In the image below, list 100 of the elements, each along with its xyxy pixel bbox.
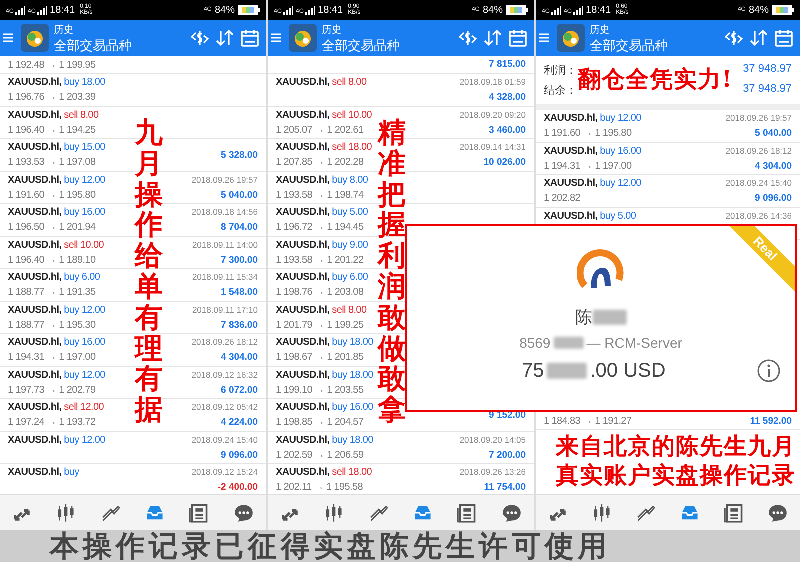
price-range: 1 198.67 → 1 201.85 [276, 351, 365, 366]
profit-amount: 4 328.00 [489, 91, 526, 105]
symbol-label: XAUUSD.hl, [8, 370, 62, 381]
signal-icon [15, 6, 26, 14]
trade-side-label: sell 8.00 [332, 304, 367, 316]
profit-amount: 5 328.00 [221, 148, 258, 163]
battery-icon [238, 5, 260, 15]
symbol-label: XAUUSD.hl, [8, 337, 62, 348]
promo-caption: 九月操作给单有理有据 [135, 118, 163, 426]
balance-currency: .00 USD [590, 360, 666, 382]
price-range: 1 184.83 → 1 191.27 [544, 415, 632, 429]
signal-icon [305, 6, 316, 14]
trade-side-label: buy 12.00 [600, 178, 642, 190]
news-tab-icon[interactable] [724, 502, 744, 522]
price-range: 1 193.53 → 1 197.08 [8, 156, 97, 170]
price-range: 1 194.31 → 1 197.00 [544, 160, 633, 174]
trade-side-label: buy 16.00 [600, 146, 642, 157]
trade-date: 2018.09.18 01:59 [460, 76, 526, 89]
trade-side-label: buy 18.00 [64, 77, 106, 88]
calendar-icon[interactable] [508, 28, 528, 48]
trade-date: 2018.09.26 18:12 [726, 144, 792, 158]
trade-side-label: sell 8.00 [332, 77, 367, 88]
symbol-label: XAUUSD.hl, [276, 207, 330, 218]
news-tab-icon[interactable] [457, 502, 478, 522]
symbol-label: XAUUSD.hl, [8, 467, 62, 478]
trade-date: 2018.09.12 05:42 [192, 401, 258, 414]
symbol-label: XAUUSD.hl, [544, 178, 598, 190]
symbol-label: XAUUSD.hl, [276, 337, 330, 348]
trade-side-label: sell 10.00 [64, 240, 104, 251]
trade-date: 2018.09.11 15:34 [192, 271, 258, 284]
screen-subtitle: 历史 [590, 24, 611, 38]
chat-tab-icon[interactable] [502, 502, 522, 522]
currency-swap-icon[interactable] [458, 28, 478, 48]
blurred-text [592, 310, 626, 325]
account-number: 8569 [520, 335, 551, 351]
trade-side-label: buy 5.00 [332, 207, 368, 218]
symbol-label: XAUUSD.hl, [276, 77, 330, 88]
permission-banner: 本操作记录已征得实盘陈先生许可使用 [0, 530, 800, 562]
symbol-label: XAUUSD.hl, [8, 304, 62, 316]
price-range: 1 202.11 → 1 195.58 [276, 481, 364, 494]
price-range: 1 193.58 → 1 198.74 [276, 188, 365, 203]
clock-time: 18:41 [586, 4, 612, 16]
chart-tab-icon[interactable] [56, 502, 76, 522]
app-logo-icon [557, 24, 585, 52]
trade-side-label: buy 12.00 [64, 434, 106, 446]
trade-date: 2018.09.26 19:57 [192, 174, 258, 187]
battery-level: 84% [214, 4, 235, 16]
summary-value: 37 948.97 [743, 62, 792, 76]
battery-level: 84% [748, 4, 769, 16]
calendar-icon[interactable] [774, 28, 794, 48]
screen-title: 全部交易品种 [590, 38, 669, 53]
currency-swap-icon[interactable] [724, 28, 744, 48]
profit-amount: 9 096.00 [755, 192, 792, 206]
trade-side-label: sell 18.00 [332, 467, 372, 478]
calendar-icon[interactable] [240, 28, 260, 48]
info-icon[interactable] [757, 359, 781, 383]
profit-amount: 7 836.00 [221, 318, 258, 333]
price-range: 1 196.76 → 1 203.39 [8, 91, 97, 106]
sort-icon[interactable] [215, 28, 235, 48]
sort-icon[interactable] [749, 28, 769, 48]
screen-title: 全部交易品种 [322, 38, 401, 53]
chart-tab-icon[interactable] [592, 502, 612, 522]
symbol-label: XAUUSD.hl, [8, 142, 62, 154]
trade-side-label: buy 6.00 [64, 272, 100, 284]
chart-tab-icon[interactable] [324, 502, 344, 522]
trade-side-label: buy [64, 467, 80, 478]
trade-date: 2018.09.20 09:20 [460, 108, 526, 122]
sort-icon[interactable] [483, 28, 503, 48]
blurred-text [547, 363, 588, 379]
trade-side-label: buy 16.00 [64, 207, 106, 218]
price-range: 1 199.10 → 1 203.55 [276, 384, 365, 398]
clock-time: 18:41 [50, 4, 76, 16]
balance-start: 75 [522, 360, 544, 382]
profit-amount: 11 592.00 [750, 415, 792, 429]
trade-date: 2018.09.12 16:32 [192, 368, 258, 382]
symbol-label: XAUUSD.hl, [276, 272, 330, 284]
trade-side-label: sell 12.00 [64, 402, 104, 414]
profit-amount: 8 704.00 [221, 221, 258, 236]
price-range: 1 188.77 → 1 195.30 [8, 318, 97, 333]
symbol-label: XAUUSD.hl, [544, 146, 598, 157]
price-range: 1 197.73 → 1 202.79 [8, 384, 97, 398]
account-name: 陈 [576, 307, 592, 329]
trade-side-label: sell 18.00 [332, 142, 372, 154]
chat-tab-icon[interactable] [768, 502, 788, 522]
chat-tab-icon[interactable] [234, 502, 254, 522]
currency-swap-icon[interactable] [190, 28, 210, 48]
symbol-label: XAUUSD.hl, [8, 240, 62, 251]
trade-date: 2018.09.12 15:24 [192, 466, 258, 479]
price-range: 1 205.07 → 1 202.61 [276, 124, 365, 138]
trade-date: 2018.09.26 13:26 [460, 466, 526, 480]
signal-icon [37, 6, 48, 14]
news-tab-icon[interactable] [189, 502, 210, 522]
price-range: 1 196.72 → 1 194.45 [276, 221, 365, 236]
screen-subtitle: 历史 [54, 24, 75, 38]
trade-date: 2018.09.24 15:40 [192, 434, 258, 446]
trade-side-label: buy 12.00 [64, 174, 106, 186]
trade-side-label: buy 12.00 [64, 370, 106, 381]
symbol-label: XAUUSD.hl, [276, 467, 330, 478]
trade-date: 2018.09.24 15:40 [726, 177, 792, 190]
price-range: 1 194.31 → 1 197.00 [8, 351, 97, 366]
